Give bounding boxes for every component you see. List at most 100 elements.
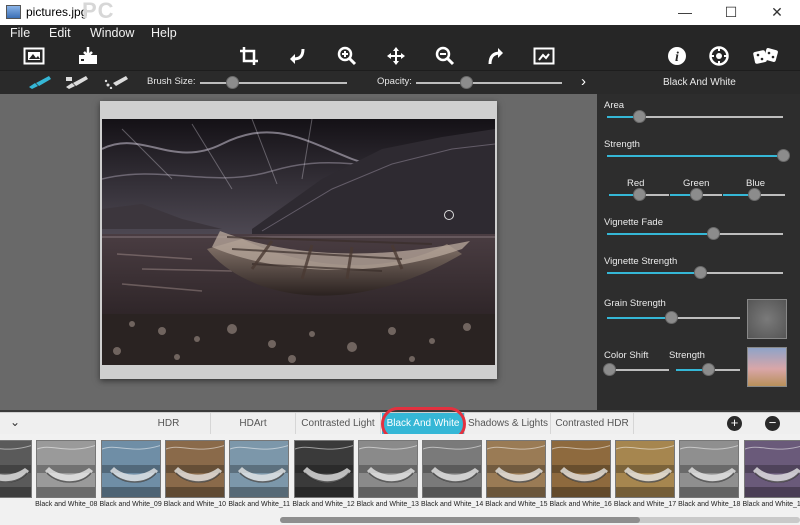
options-bar: Brush Size: Opacity: › Black And White (0, 70, 800, 94)
color-shift-knob[interactable] (603, 363, 616, 376)
red-knob[interactable] (633, 188, 646, 201)
green-knob[interactable] (690, 188, 703, 201)
blue-knob[interactable] (748, 188, 761, 201)
tab-contrasted-light[interactable]: Contrasted Light (296, 413, 381, 435)
preset-thumbnail[interactable] (164, 440, 225, 498)
image-canvas[interactable] (0, 94, 597, 410)
preset-thumbnail-caption: Black and White_13 (356, 501, 419, 508)
preset-thumbnail-caption: Black and White_17 (613, 501, 677, 508)
redo-icon[interactable] (484, 46, 506, 68)
preset-thumbnail-caption: Black and White_14 (420, 501, 484, 508)
preset-thumbnail[interactable] (36, 440, 97, 498)
menu-file[interactable]: File (10, 26, 30, 40)
add-preset-button[interactable]: + (727, 416, 742, 431)
tab-contrasted-hdr[interactable]: Contrasted HDR (551, 413, 634, 435)
preset-thumbnail-caption: Black and White_08 (35, 501, 98, 508)
color-shift-strength-knob[interactable] (702, 363, 715, 376)
zoom-in-icon[interactable] (336, 46, 358, 68)
preset-thumbnail[interactable] (422, 440, 483, 498)
effect-panel-title: Black And White (663, 77, 736, 88)
strength-slider[interactable] (607, 155, 783, 157)
preset-thumbnail-caption: Black and White_18 (678, 501, 741, 508)
tab-shadows-lights[interactable]: Shadows & Lights (466, 413, 551, 435)
info-icon[interactable]: i (666, 46, 688, 68)
preset-thumbnail[interactable] (679, 440, 740, 498)
photo-frame (100, 101, 497, 379)
red-label: Red (627, 178, 645, 189)
vignette-strength-knob[interactable] (694, 266, 708, 279)
remove-preset-button[interactable]: − (765, 416, 780, 431)
color-shift-preview[interactable] (747, 347, 787, 387)
preset-thumbnail[interactable] (743, 440, 800, 498)
color-shift-slider[interactable] (609, 369, 669, 371)
zoom-out-icon[interactable] (434, 46, 456, 68)
minimize-button[interactable]: — (662, 0, 708, 25)
crop-icon[interactable] (238, 46, 260, 68)
color-shift-strength-label: Strength (669, 350, 705, 361)
vignette-fade-slider[interactable] (607, 233, 783, 235)
fit-screen-icon[interactable] (533, 46, 555, 68)
preset-thumbnail-caption: Black and White_15 (485, 501, 548, 508)
grain-strength-label: Grain Strength (604, 298, 666, 309)
title-bar: pictures.jpg PC — ☐ ✕ (0, 0, 800, 25)
close-button[interactable]: ✕ (754, 0, 800, 25)
preset-thumbnail[interactable] (550, 440, 611, 498)
menu-window[interactable]: Window (90, 26, 134, 40)
brush-size-knob[interactable] (226, 76, 240, 89)
svg-text:i: i (675, 50, 679, 65)
opacity-slider[interactable] (416, 82, 562, 84)
brush-size-label: Brush Size: (147, 76, 196, 87)
preset-thumbnail[interactable] (615, 440, 675, 498)
vignette-strength-label: Vignette Strength (604, 256, 678, 267)
strength-label: Strength (604, 139, 640, 150)
opacity-knob[interactable] (459, 76, 473, 89)
image-open-icon[interactable] (23, 46, 45, 68)
preset-thumbnail[interactable] (229, 440, 290, 498)
vignette-fade-label: Vignette Fade (604, 217, 663, 228)
move-icon[interactable] (385, 46, 407, 68)
vignette-strength-fill (607, 272, 701, 274)
preset-thumbnail[interactable] (100, 440, 161, 498)
eraser-brush-icon[interactable] (64, 75, 90, 89)
vignette-fade-knob[interactable] (706, 227, 720, 240)
color-shift-label: Color Shift (604, 350, 649, 361)
menu-edit[interactable]: Edit (49, 26, 71, 40)
preset-thumbnail[interactable] (293, 440, 354, 498)
collapse-chevron-icon[interactable]: ⌄ (10, 415, 20, 429)
area-knob[interactable] (632, 110, 646, 123)
maximize-button[interactable]: ☐ (708, 0, 754, 25)
brush-cursor (444, 210, 454, 220)
window-title: pictures.jpg (26, 5, 88, 19)
scrollbar-thumb[interactable] (280, 517, 640, 523)
grain-strength-knob[interactable] (664, 311, 678, 324)
chevron-right-icon[interactable]: › (581, 73, 586, 90)
tab-hdr[interactable]: HDR (127, 413, 211, 435)
strength-fill (607, 155, 783, 157)
preset-thumbnail-caption: Black and White_09 (99, 501, 162, 508)
grain-preview[interactable] (747, 299, 787, 339)
scatter-brush-icon[interactable] (104, 75, 130, 90)
strength-knob[interactable] (777, 149, 790, 162)
random-dice-icon[interactable] (753, 46, 779, 68)
tab-hdart[interactable]: HDArt (211, 413, 296, 435)
preset-thumbnail-caption: Black and White_12 (292, 501, 355, 508)
brush-size-slider[interactable] (200, 82, 347, 84)
area-label: Area (604, 100, 625, 111)
menu-bar: File Edit Window Help (0, 25, 800, 43)
preset-thumbnail-caption: Black and White_19 (742, 501, 800, 508)
adjustments-panel: Area Strength Red Green Blue Vignette Fa… (597, 94, 800, 410)
preset-thumbnail[interactable] (357, 440, 418, 498)
preset-thumbnail[interactable] (486, 440, 547, 498)
image-save-icon[interactable] (77, 46, 99, 68)
brush-icon[interactable] (27, 75, 53, 89)
preset-thumbnail-caption: Black and White_10 (163, 501, 227, 508)
settings-icon[interactable] (708, 46, 730, 68)
watermark: PC (82, 0, 115, 23)
preset-thumbnail[interactable] (0, 440, 32, 498)
app-icon (6, 5, 21, 19)
opacity-label: Opacity: (377, 76, 412, 87)
thumbnail-scrollbar[interactable] (280, 517, 800, 523)
menu-help[interactable]: Help (151, 26, 177, 40)
undo-icon[interactable] (287, 46, 309, 68)
preset-thumbnails: Black and White_08 Black and White_09 Blac… (0, 434, 800, 525)
